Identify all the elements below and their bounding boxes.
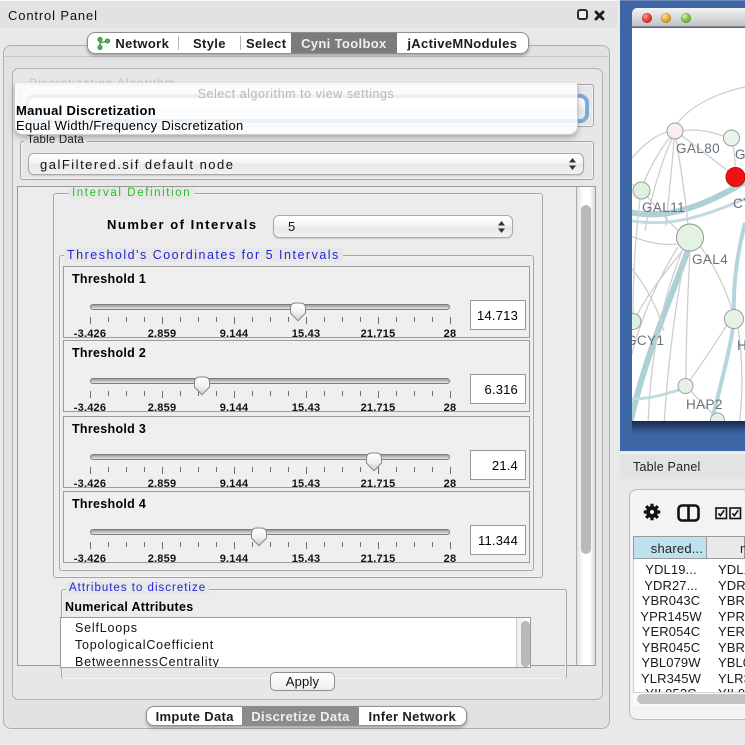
svg-text:HAP2: HAP2 [686, 397, 723, 412]
svg-text:GAL4: GAL4 [692, 252, 728, 267]
svg-text:GAL11: GAL11 [642, 200, 685, 215]
svg-text:GA: GA [735, 147, 745, 162]
svg-text:GAL80: GAL80 [676, 141, 720, 156]
svg-text:GCY1: GCY1 [632, 333, 664, 348]
svg-text:CY: CY [733, 196, 745, 211]
svg-text:HA: HA [737, 338, 745, 353]
